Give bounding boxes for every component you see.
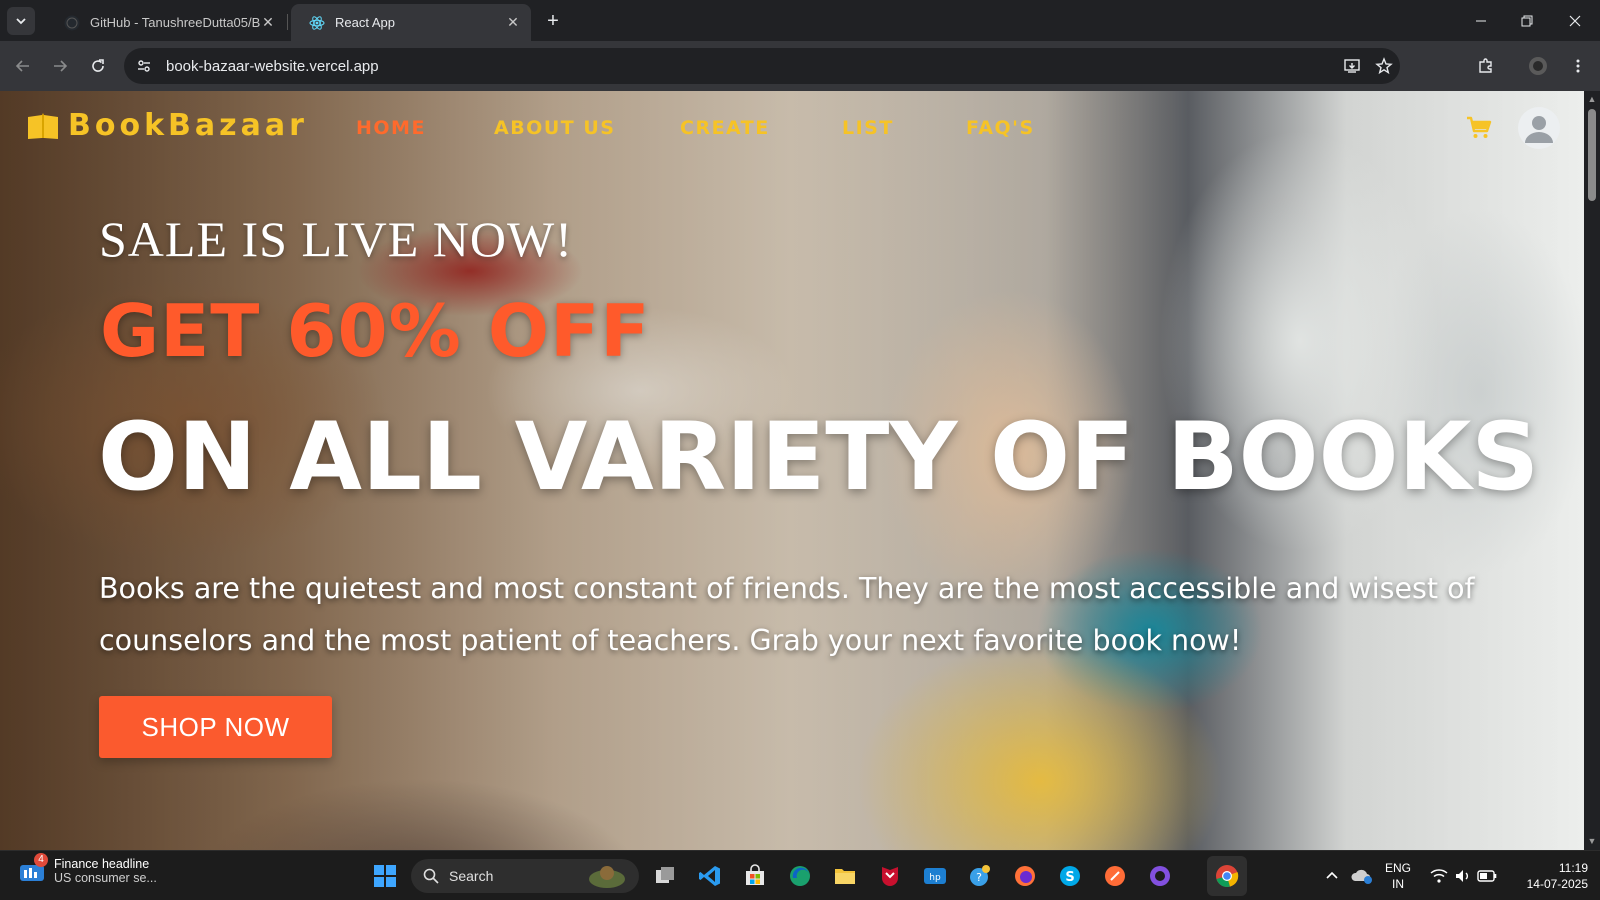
help-icon[interactable]: ? — [966, 862, 994, 890]
windows-logo-icon — [374, 865, 396, 887]
reload-button[interactable] — [84, 52, 112, 80]
search-highlight-icon — [589, 866, 625, 888]
github-desktop-icon[interactable] — [1146, 862, 1174, 890]
minimize-icon — [1476, 20, 1486, 21]
nav-link-create[interactable]: CREATE — [680, 117, 770, 139]
logo-text: BookBazaar — [68, 108, 308, 143]
hero-headline: ON ALL VARIETY OF BOOKS — [98, 403, 1540, 512]
clock-time: 11:19 — [1558, 861, 1588, 875]
github-icon — [64, 15, 80, 30]
tab-title: React App — [335, 15, 395, 30]
scroll-up-arrow-icon[interactable]: ▲ — [1587, 94, 1597, 104]
extensions-button[interactable] — [1472, 52, 1500, 80]
browser-tab-github[interactable]: GitHub - TanushreeDutta05/Bo ✕ — [46, 4, 286, 41]
language-code: ENG — [1385, 861, 1412, 875]
onedrive-icon[interactable] — [1348, 862, 1376, 890]
close-window-button[interactable] — [1552, 0, 1598, 41]
install-app-icon[interactable] — [1336, 52, 1368, 80]
hero-description: Books are the quietest and most constant… — [99, 572, 1475, 657]
page-scrollbar[interactable]: ▲ ▼ — [1584, 91, 1600, 850]
url-text: book-bazaar-website.vercel.app — [166, 57, 379, 75]
profile-avatar-icon — [1529, 57, 1547, 75]
offer-heading: GET 60% OFF — [100, 289, 651, 373]
restore-button[interactable] — [1504, 0, 1550, 41]
hero-section: BookBazaar HOME ABOUT US CREATE LIST FAQ… — [0, 91, 1584, 850]
myhp-icon[interactable]: hp — [921, 862, 949, 890]
forward-button[interactable] — [46, 52, 74, 80]
task-view-icon[interactable] — [651, 862, 679, 890]
bookmark-star-icon[interactable] — [1368, 52, 1400, 80]
browser-tab-strip: GitHub - TanushreeDutta05/Bo ✕ React App… — [0, 0, 1600, 41]
system-clock[interactable]: 11:19 14-07-2025 — [1512, 860, 1588, 892]
widget-title: Finance headline — [54, 857, 150, 871]
address-bar[interactable]: book-bazaar-website.vercel.app — [124, 48, 1400, 84]
user-icon — [1525, 116, 1553, 143]
widgets-icon: 4 — [18, 853, 48, 885]
nav-link-about-us[interactable]: ABOUT US — [494, 117, 615, 139]
book-logo-icon — [28, 112, 58, 139]
start-button[interactable] — [371, 862, 399, 890]
site-info-icon[interactable] — [130, 52, 158, 80]
site-navbar: BookBazaar HOME ABOUT US CREATE LIST FAQ… — [0, 91, 1584, 167]
search-icon — [423, 868, 439, 884]
microsoft-store-icon[interactable] — [741, 862, 769, 890]
file-explorer-icon[interactable] — [831, 862, 859, 890]
skype-icon[interactable]: S — [1056, 862, 1084, 890]
sale-heading: SALE IS LIVE NOW! — [99, 211, 573, 267]
browser-tab-react-app[interactable]: React App ✕ — [291, 4, 531, 41]
chevron-down-icon — [16, 18, 26, 25]
shop-now-button[interactable]: SHOP NOW — [99, 696, 332, 758]
more-vertical-icon — [1576, 59, 1580, 73]
taskbar-search[interactable]: Search — [411, 859, 639, 893]
show-hidden-icons-icon[interactable] — [1318, 862, 1346, 890]
svg-text:?: ? — [976, 871, 982, 884]
battery-icon[interactable] — [1473, 862, 1501, 890]
widget-subtitle: US consumer se... — [54, 871, 157, 885]
restore-icon — [1521, 15, 1533, 26]
mcafee-icon[interactable] — [876, 862, 904, 890]
nav-link-faqs[interactable]: FAQ'S — [966, 117, 1035, 139]
site-logo[interactable]: BookBazaar — [26, 108, 308, 143]
windows-taskbar: 4 Finance headline US consumer se... Sea… — [0, 850, 1600, 900]
puzzle-icon — [1479, 58, 1492, 73]
tab-title: GitHub - TanushreeDutta05/Bo — [90, 15, 260, 30]
nav-link-home[interactable]: HOME — [356, 117, 426, 139]
chrome-icon[interactable] — [1213, 862, 1241, 890]
close-tab-icon[interactable]: ✕ — [505, 14, 521, 31]
scrollbar-thumb[interactable] — [1588, 109, 1596, 201]
vscode-icon[interactable] — [696, 862, 724, 890]
browser-toolbar: book-bazaar-website.vercel.app — [0, 41, 1600, 91]
minimize-button[interactable] — [1458, 0, 1504, 41]
scroll-down-arrow-icon[interactable]: ▼ — [1587, 836, 1597, 846]
reload-icon — [92, 59, 104, 72]
firefox-icon[interactable] — [1011, 862, 1039, 890]
react-icon — [309, 15, 325, 30]
new-tab-button[interactable]: + — [540, 8, 566, 34]
postman-icon[interactable] — [1101, 862, 1129, 890]
widget-badge: 4 — [34, 853, 48, 867]
arrow-right-icon — [54, 60, 68, 72]
language-indicator[interactable]: ENG IN — [1385, 860, 1411, 892]
profile-button[interactable] — [1524, 52, 1552, 80]
arrow-left-icon — [15, 60, 29, 72]
svg-text:S: S — [1065, 870, 1074, 885]
news-widget[interactable]: 4 Finance headline US consumer se... — [18, 853, 157, 885]
back-button[interactable] — [9, 52, 37, 80]
user-avatar[interactable] — [1518, 107, 1560, 149]
tab-search-button[interactable] — [7, 7, 35, 35]
edge-icon[interactable] — [786, 862, 814, 890]
svg-text:hp: hp — [929, 873, 941, 883]
clock-date: 14-07-2025 — [1526, 877, 1588, 891]
cart-icon[interactable] — [1466, 115, 1492, 141]
close-icon — [1569, 15, 1581, 26]
browser-menu-button[interactable] — [1564, 52, 1592, 80]
region-code: IN — [1392, 877, 1404, 891]
nav-link-list[interactable]: LIST — [842, 117, 894, 139]
tab-separator — [287, 14, 288, 30]
close-tab-icon[interactable]: ✕ — [260, 14, 276, 31]
search-label: Search — [449, 868, 494, 884]
